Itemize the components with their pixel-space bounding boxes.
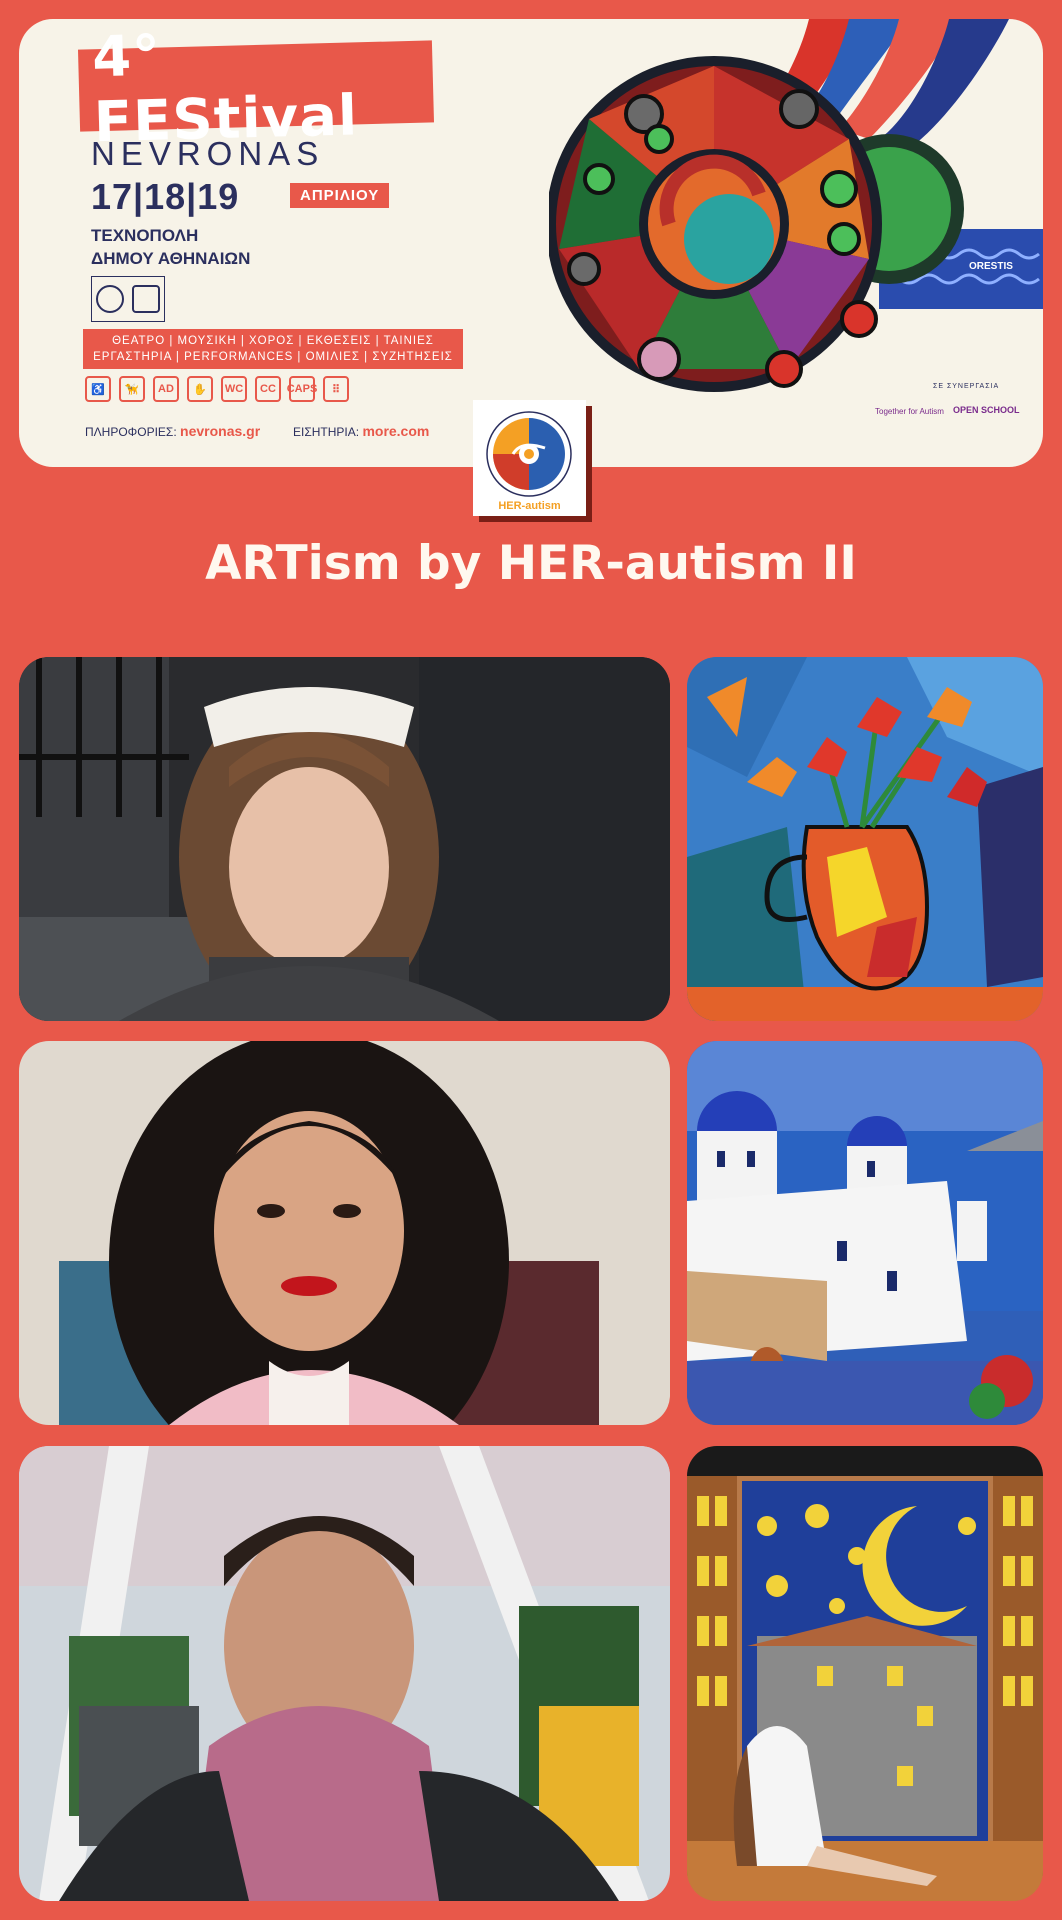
info-line: ΠΛΗΡΟΦΟΡΙΕΣ: nevronas.gr (85, 423, 260, 439)
festival-month: ΑΠΡΙΛΙΟΥ (290, 183, 390, 208)
info-url[interactable]: nevronas.gr (180, 423, 260, 439)
guide-dog-icon: 🦮 (119, 376, 145, 402)
festival-venue: ΤΕΧΝΟΠΟΛΗ ΔΗΜΟΥ ΑΘΗΝΑΙΩΝ (91, 226, 251, 268)
portrait-photo-1 (19, 657, 670, 1021)
sponsor-logos (91, 276, 165, 322)
info-label: ΠΛΗΡΟΦΟΡΙΕΣ: (85, 425, 177, 439)
artwork-flowers-vase (687, 657, 1043, 1021)
tickets-label: ΕΙΣΗΤΗΡΙΑ: (293, 425, 360, 439)
her-autism-logo-icon (486, 411, 572, 497)
festival-number-tag: 4° FEStival (77, 23, 435, 155)
portrait-photo-2 (19, 1041, 670, 1425)
page-title: ARTism by HER-autism II (205, 536, 857, 591)
accessibility-icons: ♿ 🦮 AD ✋ WC CC CAPS ⠿ (85, 376, 349, 402)
wc-icon: WC (221, 376, 247, 402)
artwork-signature: ORESTIS (969, 261, 1013, 272)
partner-together-for-autism: Together for Autism (875, 407, 944, 416)
artwork-santorini-churches (687, 1041, 1043, 1425)
caps-icon: CAPS (287, 376, 317, 402)
collaboration-label: ΣΕ ΣΥΝΕΡΓΑΣΙΑ (933, 383, 1000, 390)
her-autism-logo: HER-autism (473, 400, 586, 516)
tickets-url[interactable]: more.com (362, 423, 429, 439)
tickets-line: ΕΙΣΗΤΗΡΙΑ: more.com (293, 423, 429, 439)
municipality-seal-icon (96, 285, 124, 313)
festival-artwork: ORESTIS (549, 19, 1043, 392)
festival-name: NEVRONAS (91, 135, 325, 172)
closed-captions-icon: CC (255, 376, 281, 402)
activities-list: ΘΕΑΤΡΟ | ΜΟΥΣΙΚΗ | ΧΟΡΟΣ | ΕΚΘΕΣΕΙΣ | ΤΑ… (83, 329, 463, 369)
wheelchair-icon: ♿ (85, 376, 111, 402)
festival-dates: 17|18|19 (91, 176, 240, 217)
audio-description-icon: AD (153, 376, 179, 402)
artwork-starry-window (687, 1446, 1043, 1901)
her-autism-logo-label: HER-autism (498, 500, 561, 512)
technopolis-logo-icon (132, 285, 160, 313)
sign-language-icon: ✋ (187, 376, 213, 402)
partner-open-school: OPEN SCHOOL (953, 405, 1020, 415)
portrait-photo-3 (19, 1446, 670, 1901)
braille-icon: ⠿ (323, 376, 349, 402)
